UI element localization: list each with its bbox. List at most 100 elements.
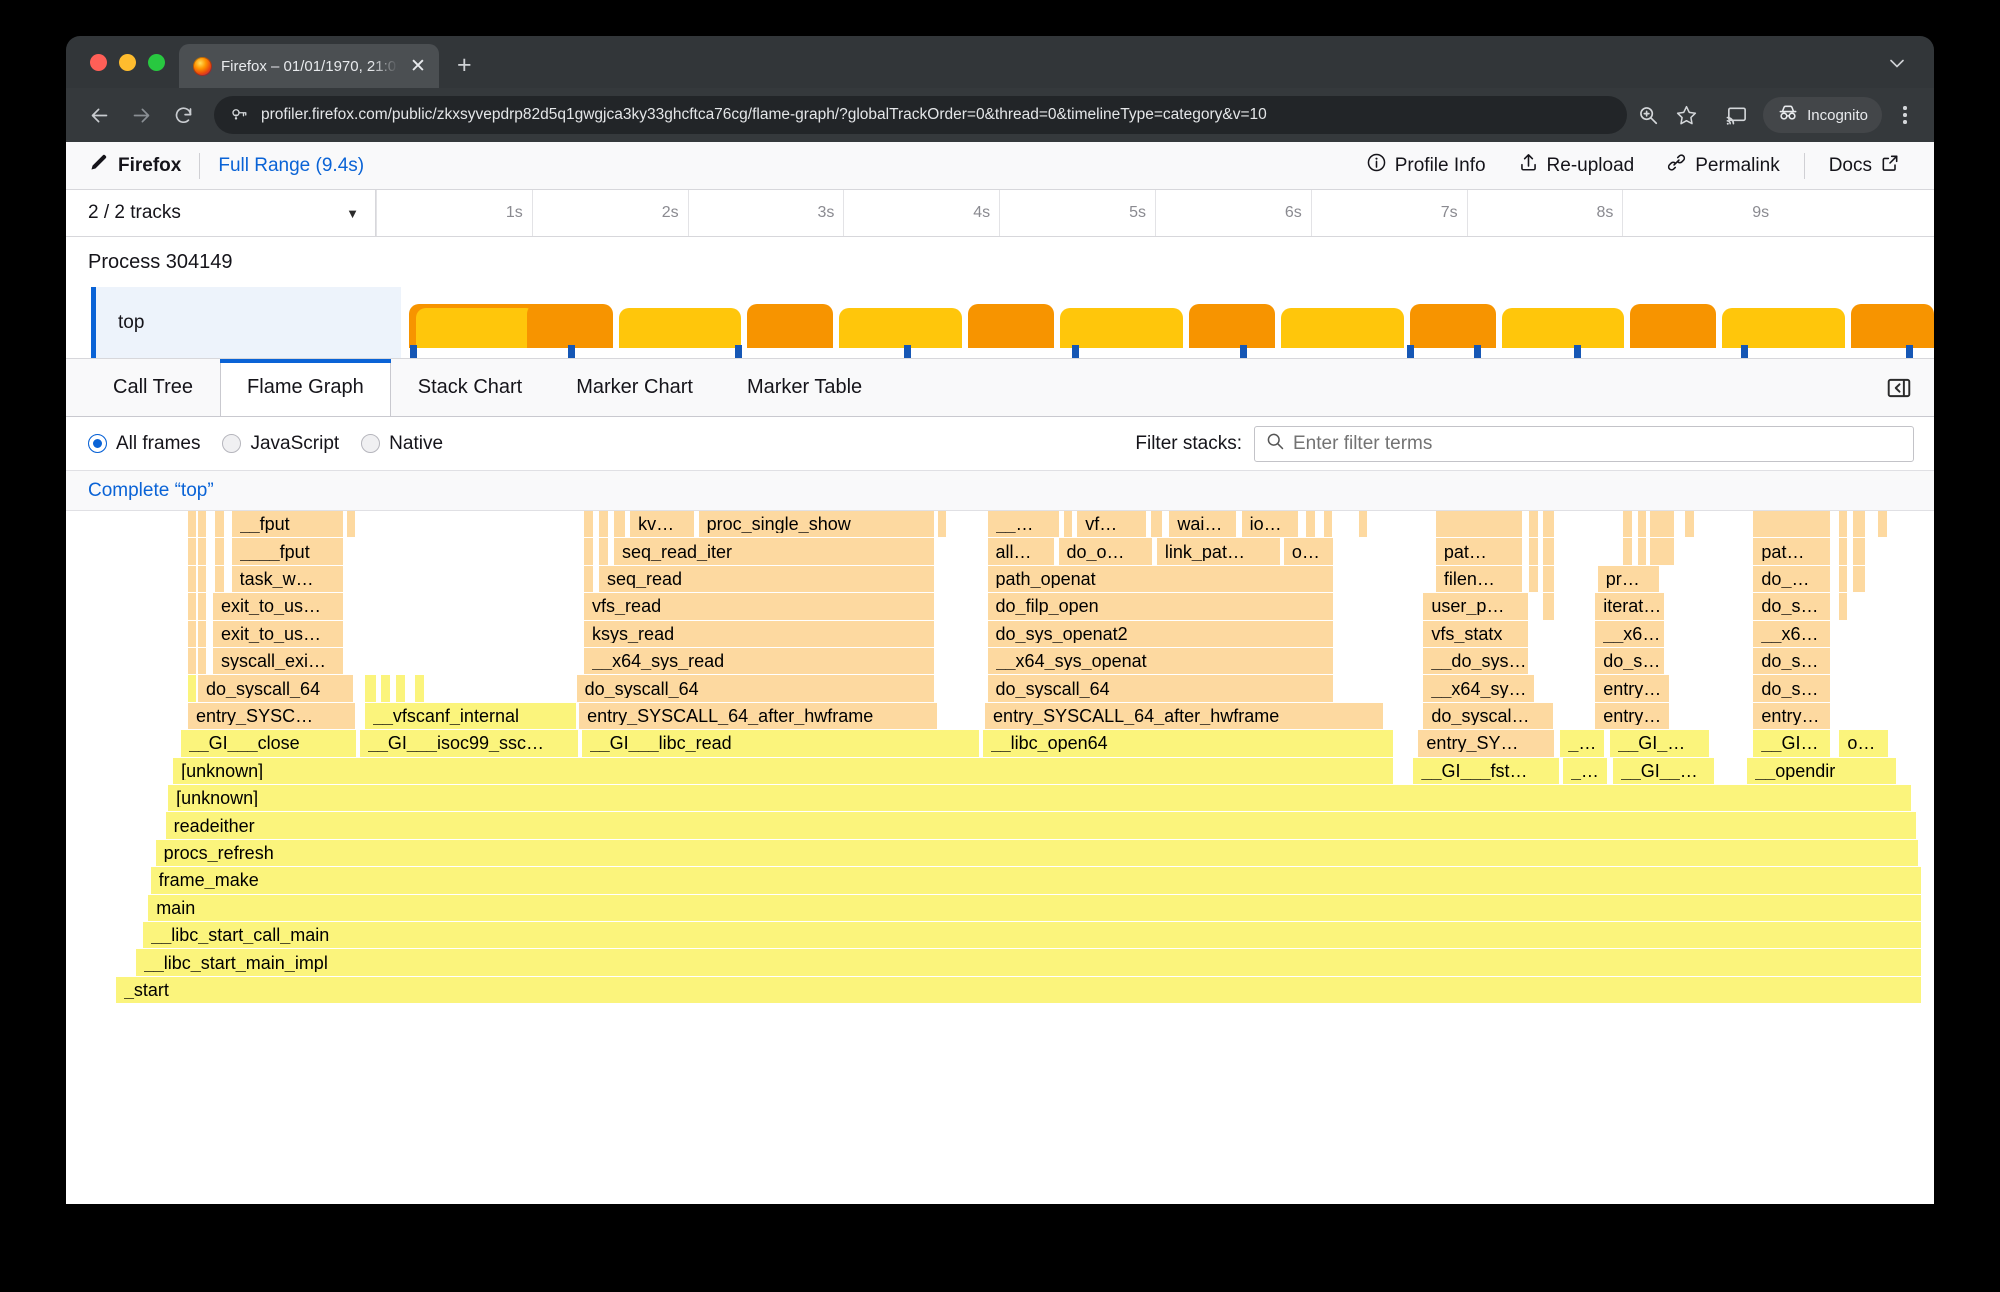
flame-frame-narrow[interactable] bbox=[938, 511, 947, 537]
flame-frame[interactable]: __GI___close bbox=[181, 730, 358, 756]
docs-button[interactable]: Docs bbox=[1813, 146, 1916, 186]
flame-frame-narrow[interactable] bbox=[188, 538, 197, 564]
flame-frame[interactable]: __GI__… bbox=[1613, 758, 1715, 784]
permalink-button[interactable]: Permalink bbox=[1650, 146, 1795, 186]
flame-frame-narrow[interactable] bbox=[188, 511, 197, 537]
flame-frame-narrow[interactable] bbox=[1839, 593, 1848, 619]
flame-frame[interactable]: __GI___fst… bbox=[1413, 758, 1560, 784]
thread-track[interactable]: top bbox=[66, 287, 1934, 359]
chevron-down-icon[interactable] bbox=[1884, 50, 1910, 76]
flame-frame[interactable]: readeither bbox=[166, 812, 1917, 838]
flame-frame[interactable]: do_s… bbox=[1753, 593, 1830, 619]
flame-frame[interactable]: do_filp_open bbox=[988, 593, 1334, 619]
radio-javascript[interactable]: JavaScript bbox=[222, 433, 339, 455]
sidebar-toggle-icon[interactable] bbox=[1864, 359, 1934, 416]
flame-frame-narrow[interactable] bbox=[1685, 511, 1695, 537]
flame-frame-narrow[interactable] bbox=[188, 675, 197, 701]
tab-marker-table[interactable]: Marker Table bbox=[720, 359, 889, 416]
flame-frame[interactable]: io… bbox=[1242, 511, 1299, 537]
flame-frame-narrow[interactable] bbox=[1638, 538, 1647, 564]
flame-frame-narrow[interactable] bbox=[599, 538, 609, 564]
flame-frame-narrow[interactable] bbox=[188, 648, 197, 674]
flame-frame-narrow[interactable] bbox=[198, 648, 207, 674]
flame-frame[interactable]: __x64_sy… bbox=[1423, 675, 1535, 701]
flame-frame[interactable]: do_syscall_64 bbox=[988, 675, 1334, 701]
full-range-button[interactable]: Full Range (9.4s) bbox=[218, 155, 364, 177]
permissions-icon[interactable] bbox=[228, 98, 250, 132]
flame-frame-narrow[interactable] bbox=[1529, 511, 1539, 537]
flame-frame[interactable]: do_syscall_64 bbox=[577, 675, 936, 701]
flame-frame-narrow[interactable] bbox=[1638, 511, 1647, 537]
flame-frame[interactable]: syscall_exi… bbox=[213, 648, 344, 674]
flame-frame[interactable]: vf… bbox=[1077, 511, 1147, 537]
flame-frame-narrow[interactable] bbox=[1543, 593, 1555, 619]
flame-frame[interactable]: task_w… bbox=[232, 566, 344, 592]
flame-frame[interactable]: do_s… bbox=[1753, 648, 1830, 674]
flame-frame[interactable]: __GI___isoc99_ssc… bbox=[360, 730, 579, 756]
close-icon[interactable]: ✕ bbox=[407, 57, 429, 76]
flame-frame[interactable]: __opendir bbox=[1747, 758, 1896, 784]
flame-frame[interactable]: __x64_sys_openat bbox=[988, 648, 1334, 674]
flame-frame-narrow[interactable] bbox=[198, 538, 207, 564]
flame-frame[interactable]: wai… bbox=[1169, 511, 1236, 537]
flame-frame[interactable]: link_pat… bbox=[1157, 538, 1282, 564]
flame-frame-narrow[interactable] bbox=[1543, 511, 1555, 537]
flame-frame[interactable]: o… bbox=[1839, 730, 1889, 756]
flame-frame-narrow[interactable] bbox=[198, 621, 207, 647]
flame-frame-narrow[interactable] bbox=[1436, 511, 1523, 537]
flame-frame[interactable]: ksys_read bbox=[584, 621, 935, 647]
flame-frame[interactable]: entry… bbox=[1753, 703, 1830, 729]
flame-frame[interactable]: __x64… bbox=[1595, 621, 1665, 647]
flame-frame[interactable]: proc_single_show bbox=[699, 511, 936, 537]
flame-frame[interactable]: [unknown] bbox=[168, 785, 1911, 811]
zoom-icon[interactable] bbox=[1631, 98, 1665, 132]
flame-frame[interactable]: filen… bbox=[1436, 566, 1523, 592]
flame-frame-narrow[interactable] bbox=[1839, 566, 1848, 592]
flame-frame-narrow[interactable] bbox=[1529, 566, 1539, 592]
flame-frame[interactable]: exit_to_us… bbox=[213, 593, 344, 619]
incognito-indicator[interactable]: Incognito bbox=[1763, 97, 1882, 133]
flame-frame-narrow[interactable] bbox=[1359, 511, 1368, 537]
browser-menu-button[interactable] bbox=[1890, 97, 1920, 133]
browser-tab[interactable]: Firefox – 01/01/1970, 21:03:1 ✕ bbox=[179, 44, 439, 88]
flame-frame[interactable]: entry_… bbox=[1595, 703, 1670, 729]
track-label[interactable]: top bbox=[91, 287, 401, 358]
flame-frame-narrow[interactable] bbox=[198, 511, 207, 537]
flame-frame-narrow[interactable] bbox=[396, 675, 406, 701]
flame-frame[interactable]: __x6… bbox=[1753, 621, 1830, 647]
flame-graph[interactable]: __fputkv…proc_single_show__…vf…wai…io…__… bbox=[66, 511, 1934, 1056]
flame-frame-narrow[interactable] bbox=[599, 511, 609, 537]
timeline-ruler[interactable]: 1s2s3s4s5s6s7s8s9s bbox=[376, 190, 1934, 236]
tab-stack-chart[interactable]: Stack Chart bbox=[391, 359, 549, 416]
flame-frame-narrow[interactable] bbox=[584, 538, 594, 564]
flame-frame[interactable]: __x64_sys_read bbox=[584, 648, 935, 674]
flame-frame-narrow[interactable] bbox=[1529, 538, 1539, 564]
flame-frame-narrow[interactable] bbox=[215, 566, 225, 592]
flame-frame-narrow[interactable] bbox=[215, 538, 225, 564]
flame-frame[interactable]: entry_… bbox=[1595, 675, 1670, 701]
flame-frame-narrow[interactable] bbox=[1839, 538, 1848, 564]
flame-frame[interactable]: entry_SY… bbox=[1418, 730, 1555, 756]
flame-frame[interactable]: vfs_statx bbox=[1423, 621, 1529, 647]
flame-frame[interactable]: [unknown] bbox=[173, 758, 1393, 784]
re-upload-button[interactable]: Re-upload bbox=[1502, 146, 1651, 186]
forward-button[interactable] bbox=[122, 96, 160, 134]
address-bar[interactable]: profiler.firefox.com/public/zkxsyvepdrp8… bbox=[214, 96, 1627, 134]
flame-frame[interactable]: kv… bbox=[630, 511, 695, 537]
radio-native[interactable]: Native bbox=[361, 433, 443, 455]
flame-frame[interactable]: __libc_open64 bbox=[983, 730, 1394, 756]
flame-frame-narrow[interactable] bbox=[365, 675, 377, 701]
new-tab-button[interactable]: + bbox=[457, 53, 472, 78]
flame-frame-narrow[interactable] bbox=[1543, 566, 1555, 592]
flame-frame[interactable]: o… bbox=[1284, 538, 1334, 564]
flame-frame-narrow[interactable] bbox=[614, 511, 626, 537]
flame-frame[interactable]: pat… bbox=[1753, 538, 1830, 564]
reload-button[interactable] bbox=[164, 96, 202, 134]
flame-frame-narrow[interactable] bbox=[1853, 566, 1865, 592]
radio-all-frames[interactable]: All frames bbox=[88, 433, 200, 455]
flame-frame-narrow[interactable] bbox=[1853, 538, 1865, 564]
flame-frame[interactable]: iterat… bbox=[1595, 593, 1665, 619]
flame-frame[interactable]: _… bbox=[1563, 758, 1608, 784]
radio-button[interactable] bbox=[222, 434, 241, 453]
close-window-button[interactable] bbox=[90, 54, 107, 71]
